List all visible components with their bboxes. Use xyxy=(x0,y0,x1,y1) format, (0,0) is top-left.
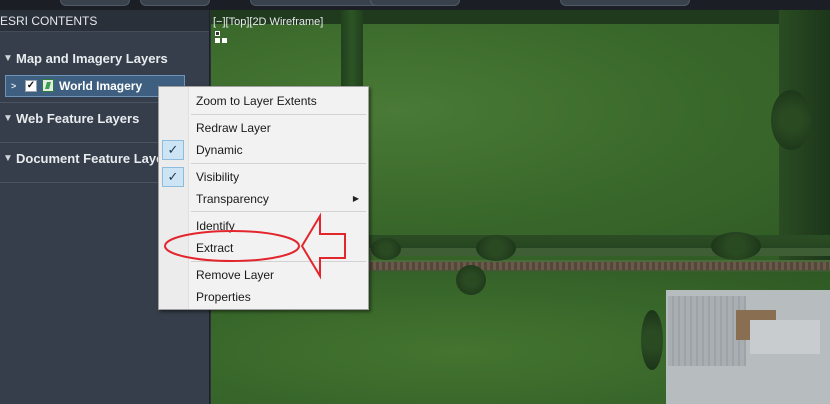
panel-title: ESRI CONTENTS xyxy=(0,10,209,32)
chevron-down-icon[interactable]: ▼ xyxy=(3,108,13,130)
map-imagery xyxy=(666,290,830,404)
map-imagery xyxy=(456,265,486,295)
document-tab[interactable] xyxy=(370,0,460,6)
chevron-down-icon[interactable]: ▼ xyxy=(3,148,13,170)
checkmark-icon: ✓ xyxy=(162,167,184,187)
menu-item-visibility[interactable]: ✓ Visibility xyxy=(159,166,368,188)
group-label: Web Feature Layers xyxy=(16,111,140,126)
group-label: Document Feature Layers xyxy=(16,151,176,166)
group-map-and-imagery-layers[interactable]: ▼ Map and Imagery Layers xyxy=(0,48,210,70)
ucs-icon xyxy=(214,30,230,46)
menu-separator xyxy=(191,163,366,164)
menu-item-label: Extract xyxy=(196,241,234,255)
document-tab[interactable] xyxy=(560,0,690,6)
menu-item-label: Properties xyxy=(196,290,251,304)
menu-item-extract[interactable]: Extract xyxy=(159,237,368,259)
layer-label: World Imagery xyxy=(59,79,143,93)
checkmark-icon: ✓ xyxy=(162,140,184,160)
app-window: ESRI CONTENTS ▼ Map and Imagery Layers >… xyxy=(0,0,830,404)
submenu-arrow-icon: ▶ xyxy=(352,194,359,203)
document-tab[interactable] xyxy=(250,0,390,6)
menu-item-zoom-to-layer-extents[interactable]: Zoom to Layer Extents xyxy=(159,90,368,112)
menu-item-transparency[interactable]: Transparency ▶ xyxy=(159,188,368,210)
menu-item-label: Identify xyxy=(196,219,235,233)
menu-item-dynamic[interactable]: ✓ Dynamic xyxy=(159,139,368,161)
menu-item-properties[interactable]: Properties xyxy=(159,286,368,308)
menu-item-remove-layer[interactable]: Remove Layer xyxy=(159,264,368,286)
menu-item-label: Redraw Layer xyxy=(196,121,271,135)
document-tab[interactable] xyxy=(60,0,130,6)
group-label: Map and Imagery Layers xyxy=(16,51,168,66)
expand-icon[interactable]: > xyxy=(11,76,16,96)
layer-context-menu: Zoom to Layer Extents Redraw Layer ✓ Dyn… xyxy=(158,86,369,310)
menu-item-label: Transparency xyxy=(196,192,269,206)
menu-item-label: Dynamic xyxy=(196,143,243,157)
menu-item-label: Zoom to Layer Extents xyxy=(196,94,317,108)
menu-separator xyxy=(191,114,366,115)
map-imagery xyxy=(641,310,663,370)
visibility-checkbox[interactable]: ✓ xyxy=(25,80,37,92)
map-imagery xyxy=(476,235,516,261)
menu-item-redraw-layer[interactable]: Redraw Layer xyxy=(159,117,368,139)
document-tab-strip xyxy=(0,0,830,10)
viewport-controls-label[interactable]: [−][Top][2D Wireframe] xyxy=(213,16,323,28)
chevron-down-icon[interactable]: ▼ xyxy=(3,48,13,70)
imagery-layer-icon xyxy=(42,79,54,92)
map-imagery xyxy=(711,232,761,260)
document-tab[interactable] xyxy=(140,0,210,6)
menu-item-label: Remove Layer xyxy=(196,268,275,282)
map-imagery xyxy=(771,90,811,150)
menu-separator xyxy=(191,261,366,262)
menu-item-identify[interactable]: Identify xyxy=(159,215,368,237)
menu-separator xyxy=(191,211,366,212)
menu-item-label: Visibility xyxy=(196,170,240,184)
map-imagery xyxy=(371,238,401,260)
